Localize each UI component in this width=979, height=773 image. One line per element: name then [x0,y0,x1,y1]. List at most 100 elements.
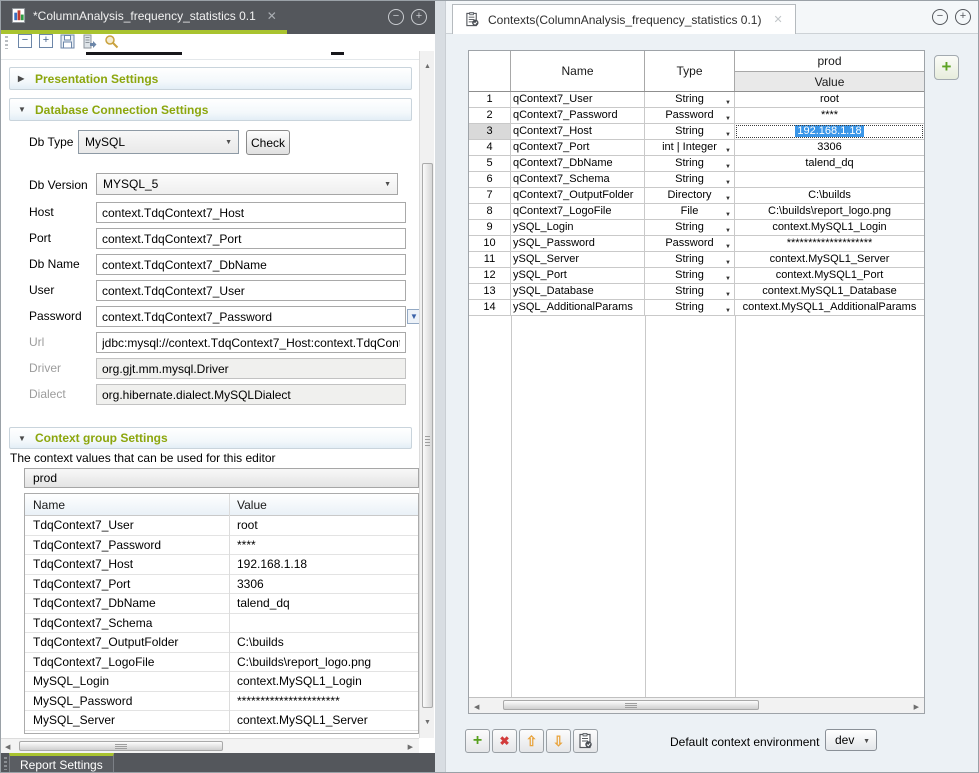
variable-name-cell[interactable]: ySQL_Server [511,252,645,267]
db-name-field[interactable] [96,254,406,275]
variable-value-cell[interactable]: context.MySQL1_Login [735,220,924,235]
table-row[interactable]: MySQL_Password ********************** [25,692,418,712]
row-number-cell[interactable]: 11 [469,252,511,267]
table-row[interactable]: 7 qContext7_OutputFolder Directory▼ C:\b… [469,188,924,204]
variable-name-cell[interactable]: ySQL_Port [511,268,645,283]
row-number-cell[interactable]: 4 [469,140,511,155]
variable-value-cell[interactable]: **** [735,108,924,123]
chevron-down-icon[interactable]: ▼ [18,434,27,443]
variable-type-cell[interactable]: String▼ [645,300,735,315]
table-row[interactable]: 4 qContext7_Port int | Integer▼ 3306 [469,140,924,156]
scroll-right-icon[interactable]: ▶ [914,703,919,711]
row-number-cell[interactable]: 7 [469,188,511,203]
search-icon[interactable] [104,34,119,49]
scroll-up-icon[interactable]: ▲ [424,63,431,70]
table-row[interactable]: TdqContext7_DbName talend_dq [25,594,418,614]
table-row[interactable]: TdqContext7_User root [25,516,418,536]
default-environment-select[interactable]: dev ▼ [825,729,877,751]
variable-type-cell[interactable]: String▼ [645,268,735,283]
table-row[interactable]: 12 ySQL_Port String▼ context.MySQL1_Port [469,268,924,284]
variable-value-cell[interactable]: C:\builds\report_logo.png [229,655,418,669]
variable-type-cell[interactable]: String▼ [645,172,735,187]
variable-value-cell[interactable]: context.MySQL1_Port [735,268,924,283]
table-row[interactable]: 9 ySQL_Login String▼ context.MySQL1_Logi… [469,220,924,236]
variable-value-cell[interactable]: ********************** [229,694,418,708]
minimize-view-button[interactable]: − [932,9,948,25]
move-down-button[interactable]: ⇩ [546,729,571,753]
variable-name-cell[interactable]: ySQL_Login [511,220,645,235]
variable-type-cell[interactable]: File▼ [645,204,735,219]
add-context-environment-button[interactable]: + [934,55,959,80]
port-field[interactable] [96,228,406,249]
variable-value-cell[interactable]: root [229,518,418,532]
scroll-right-icon[interactable]: ▶ [408,743,413,751]
variable-type-cell[interactable]: String▼ [645,124,735,139]
chevron-down-icon[interactable]: ▼ [18,105,27,114]
scroll-left-icon[interactable]: ◀ [5,743,10,751]
table-row[interactable]: 8 qContext7_LogoFile File▼ C:\builds\rep… [469,204,924,220]
table-row[interactable]: 10 ySQL_Password Password▼ *************… [469,236,924,252]
variable-value-cell[interactable]: 3306 [735,140,924,155]
close-icon[interactable]: ✕ [267,9,277,23]
scroll-left-icon[interactable]: ◀ [474,703,479,711]
table-row[interactable]: TdqContext7_OutputFolder C:\builds [25,633,418,653]
table-row[interactable]: 2 qContext7_Password Password▼ **** [469,108,924,124]
tab-contexts-view[interactable]: Contexts(ColumnAnalysis_frequency_statis… [452,4,796,34]
table-row[interactable]: TdqContext7_Host 192.168.1.18 [25,555,418,575]
variable-type-cell[interactable]: String▼ [645,92,735,107]
row-number-cell[interactable]: 13 [469,284,511,299]
variable-value-cell[interactable] [735,172,924,187]
minimize-view-button[interactable]: − [388,9,404,25]
variable-value-cell[interactable]: ******************** [735,236,924,251]
variable-name-cell[interactable]: qContext7_DbName [511,156,645,171]
panel-splitter[interactable] [435,1,445,773]
row-number-cell[interactable]: 5 [469,156,511,171]
variable-name-cell[interactable]: qContext7_OutputFolder [511,188,645,203]
scroll-down-icon[interactable]: ▼ [424,719,431,726]
table-row[interactable]: TdqContext7_Password **** [25,536,418,556]
table-row[interactable]: 3 qContext7_Host String▼ 192.168.1.18 [469,124,924,140]
tab-report-settings[interactable]: Report Settings [9,753,114,773]
user-field[interactable] [96,280,406,301]
variable-value-cell[interactable]: **** [229,538,418,552]
db-version-select[interactable]: MYSQL_5 ▼ [96,173,398,195]
variable-value-cell[interactable]: context.MySQL1_AdditionalParams [735,300,924,315]
table-row[interactable]: 5 qContext7_DbName String▼ talend_dq [469,156,924,172]
variable-type-cell[interactable]: String▼ [645,284,735,299]
scrollbar-thumb[interactable] [19,741,223,751]
variable-value-cell[interactable]: 192.168.1.18 [229,557,418,571]
row-number-cell[interactable]: 10 [469,236,511,251]
row-number-cell[interactable]: 14 [469,300,511,315]
table-row[interactable]: TdqContext7_Port 3306 [25,575,418,595]
chevron-right-icon[interactable]: ▶ [18,74,27,83]
table-row[interactable]: 14 ySQL_AdditionalParams String▼ context… [469,300,924,316]
table-row[interactable]: 1 qContext7_User String▼ root [469,92,924,108]
password-field[interactable] [96,306,406,327]
table-row[interactable]: MySQL_Server context.MySQL1_Server [25,711,418,731]
collapse-all-button[interactable]: − [18,34,32,48]
variable-value-cell[interactable]: context.MySQL1_Login [229,674,418,688]
variable-name-cell[interactable]: qContext7_Schema [511,172,645,187]
environment-column-header[interactable]: prod [735,51,924,72]
maximize-view-button[interactable]: + [955,9,971,25]
db-type-select[interactable]: MySQL ▼ [78,130,239,154]
row-number-cell[interactable]: 12 [469,268,511,283]
run-report-icon[interactable] [82,34,97,49]
delete-variable-button[interactable]: ✖ [492,729,517,753]
variable-value-cell[interactable]: C:\builds [229,635,418,649]
variable-name-cell[interactable]: ySQL_Database [511,284,645,299]
expand-all-button[interactable]: + [39,34,53,48]
section-header-context-group-settings[interactable]: ▼ Context group Settings [9,427,412,449]
variable-name-cell[interactable]: qContext7_Host [511,124,645,139]
horizontal-scrollbar[interactable]: ◀ ▶ [469,697,924,713]
variable-value-cell[interactable]: context.MySQL1_Server [229,713,418,727]
table-row[interactable]: 13 ySQL_Database String▼ context.MySQL1_… [469,284,924,300]
move-up-button[interactable]: ⇧ [519,729,544,753]
tab-report-editor[interactable]: *ColumnAnalysis_frequency_statistics 0.1… [1,1,287,34]
row-number-cell[interactable]: 8 [469,204,511,219]
row-number-cell[interactable]: 1 [469,92,511,107]
check-connection-button[interactable]: Check [246,130,290,155]
variable-type-cell[interactable]: Password▼ [645,108,735,123]
context-environment-select[interactable]: prod [24,468,419,488]
variable-value-cell[interactable]: talend_dq [735,156,924,171]
